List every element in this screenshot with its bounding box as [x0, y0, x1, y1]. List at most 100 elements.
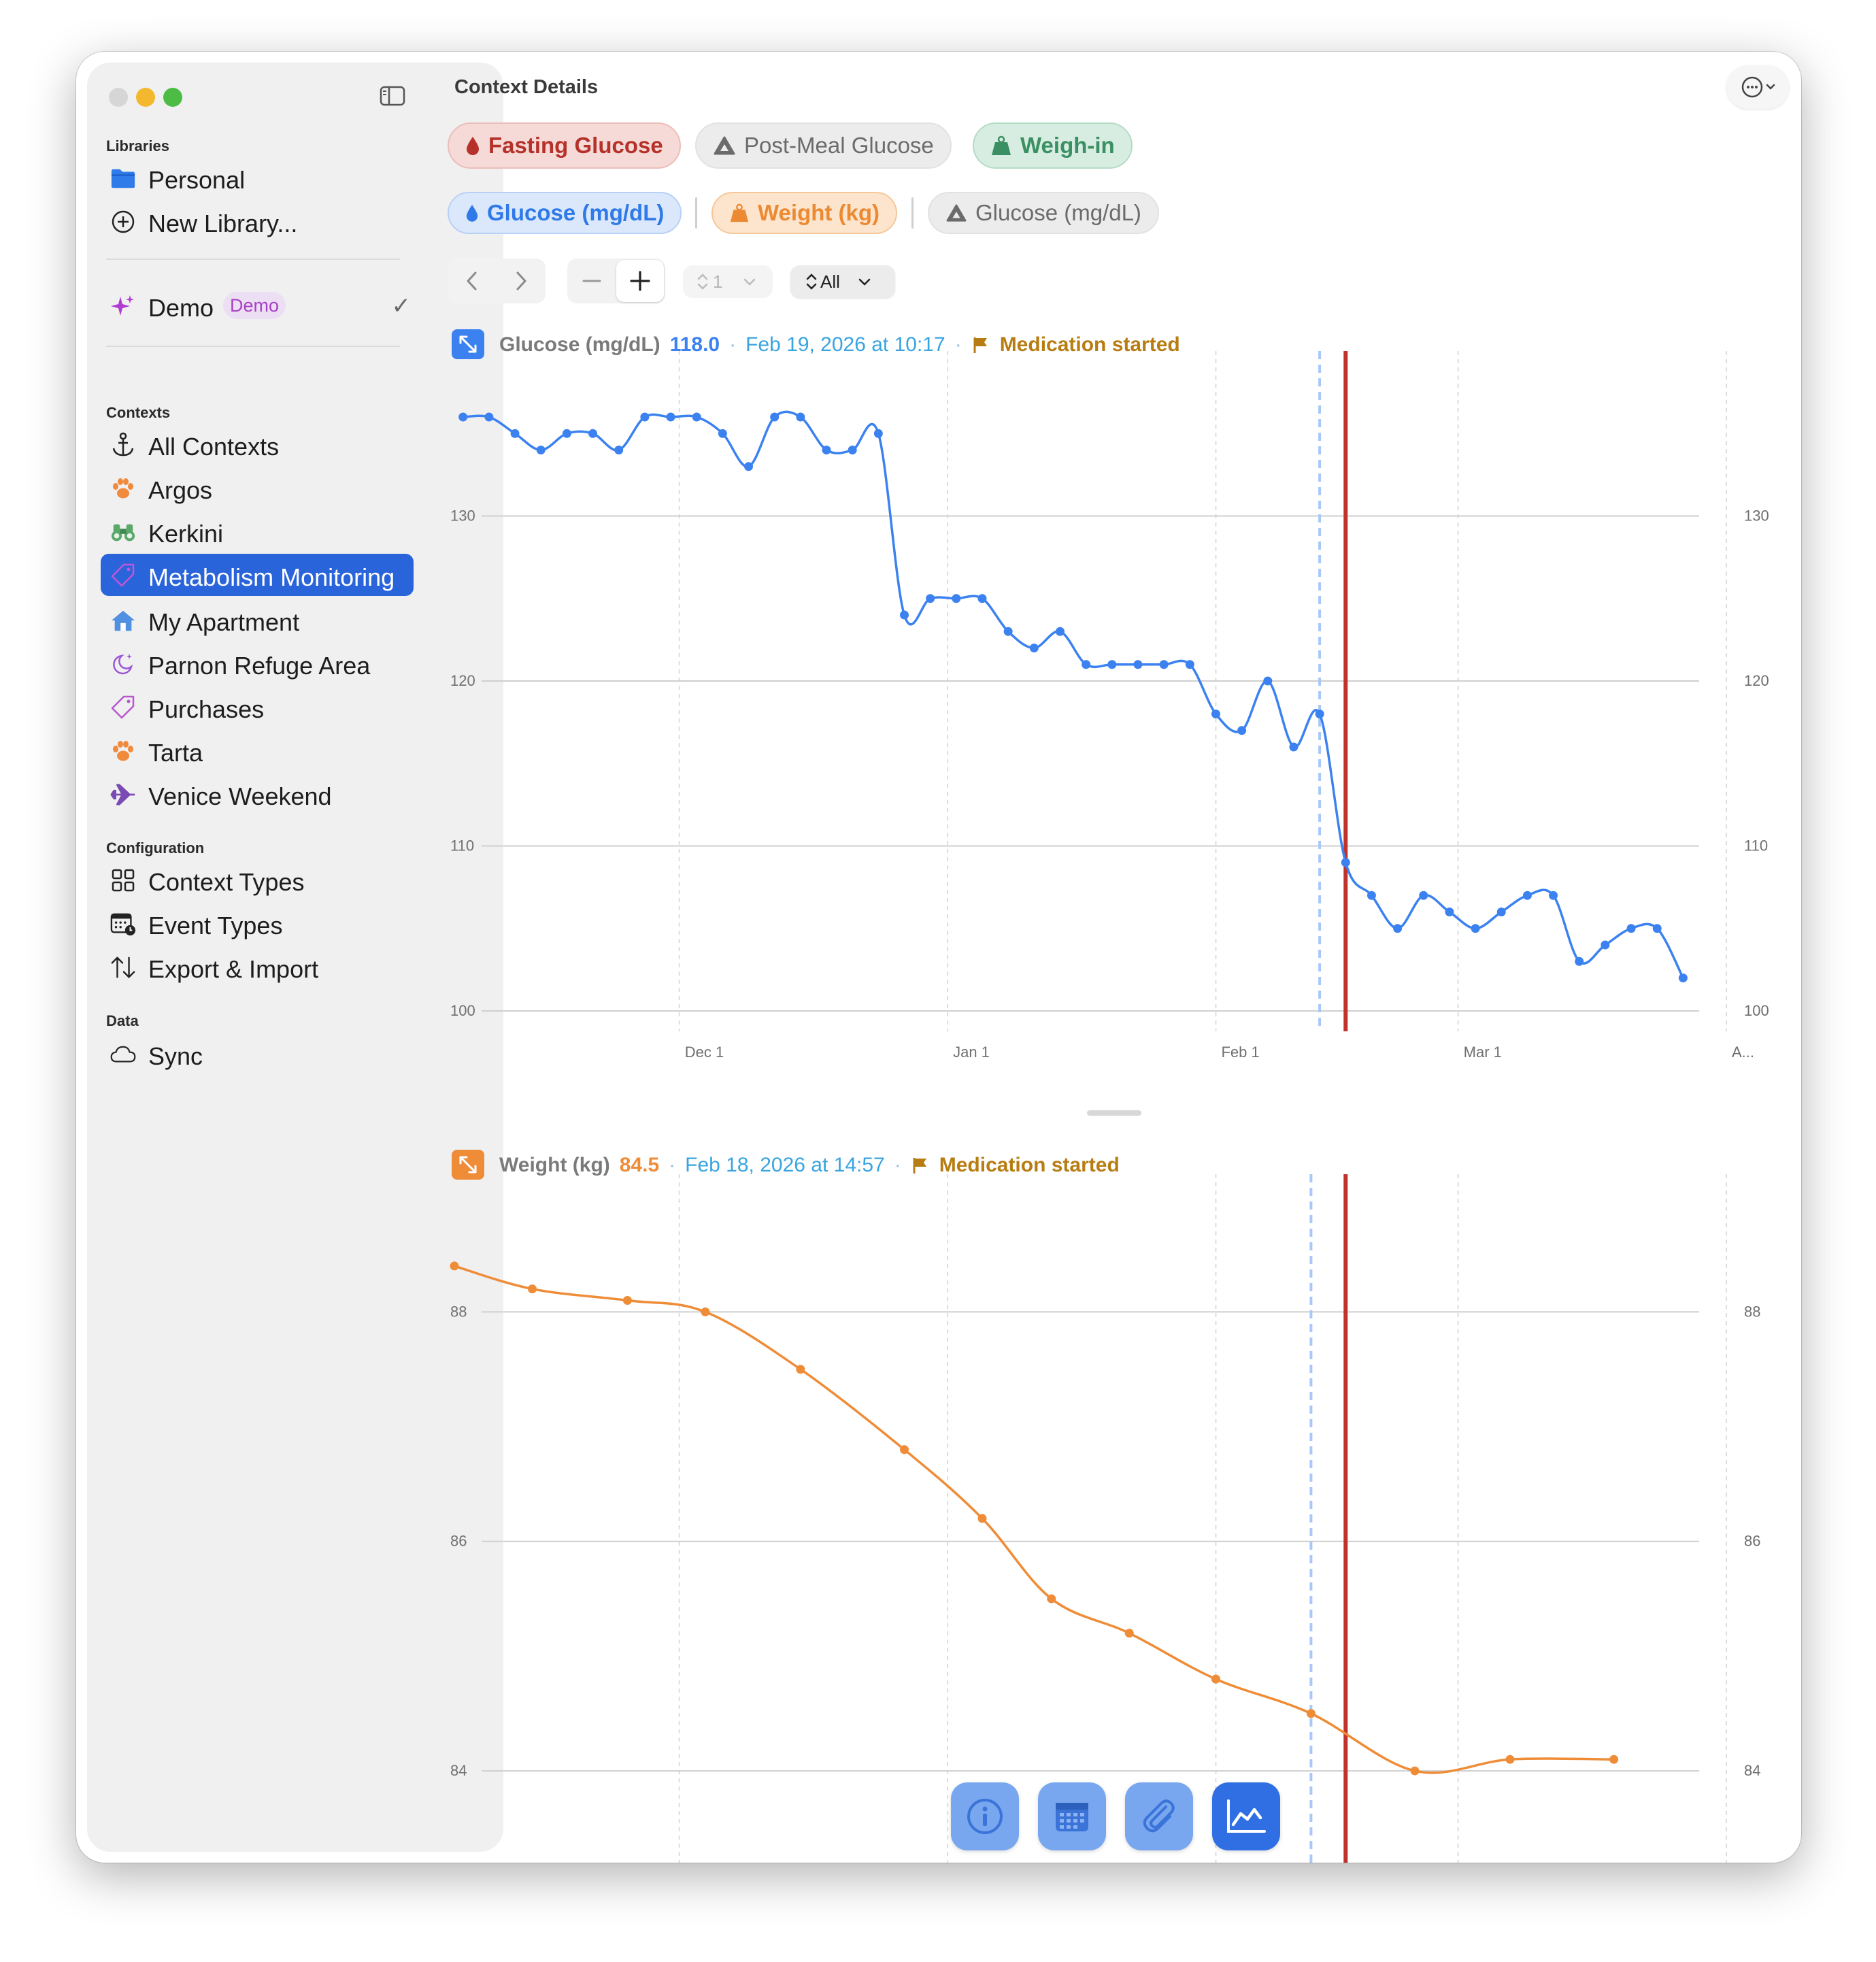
zoom-out-button[interactable]: [567, 271, 616, 291]
triangle-icon: [946, 204, 967, 222]
data-point: [450, 1261, 459, 1271]
data-point: [1211, 1674, 1220, 1684]
previous-button[interactable]: [448, 270, 497, 292]
data-point: [796, 412, 805, 422]
chip-weight-metric[interactable]: Weight (kg): [711, 192, 898, 234]
data-point: [1107, 660, 1117, 669]
data-point: [666, 412, 675, 422]
data-point: [1496, 908, 1506, 916]
range-select[interactable]: All: [790, 265, 895, 298]
data-point: [588, 429, 598, 438]
more-options-button[interactable]: [1726, 65, 1789, 109]
data-point: [1410, 1766, 1420, 1776]
data-point: [744, 462, 754, 471]
window-zoom-button[interactable]: [163, 88, 182, 107]
data-point: [484, 412, 494, 422]
sidebar-item-personal[interactable]: Personal: [101, 156, 414, 199]
data-point: [614, 446, 624, 454]
sidebar-item-label: Personal: [148, 166, 246, 194]
sidebar-divider: [106, 259, 400, 260]
chip-glucose-metric[interactable]: Glucose (mg/dL): [448, 192, 682, 234]
window-minimize-button[interactable]: [136, 88, 155, 107]
next-button[interactable]: [497, 270, 546, 292]
data-point: [1185, 660, 1194, 669]
page-title: Context Details: [454, 76, 599, 98]
chip-post-meal-glucose[interactable]: Post-Meal Glucose: [695, 122, 952, 169]
chip-label: Glucose (mg/dL): [487, 200, 665, 225]
data-point: [822, 446, 831, 454]
x-tick-label: Dec 1: [685, 1044, 724, 1061]
y-tick-label-right: 86: [1744, 1533, 1760, 1550]
sidebar-toggle-icon[interactable]: [380, 86, 405, 106]
data-point: [1652, 924, 1662, 933]
chart-timestamp: Feb 18, 2026 at 14:57: [685, 1154, 885, 1176]
data-point: [562, 429, 571, 438]
charts-tab-button[interactable]: [1212, 1782, 1280, 1850]
data-line: [454, 1265, 1614, 1774]
chip-post-meal-glucose-metric[interactable]: Glucose (mg/dL): [928, 192, 1159, 234]
calendar-tab-button[interactable]: [1038, 1782, 1106, 1850]
chip-label: Glucose (mg/dL): [975, 200, 1141, 225]
expand-arrows-icon: [459, 1156, 477, 1174]
chart-line-icon: [1227, 1799, 1266, 1833]
weight-chart[interactable]: 84 84 86 86 88 88: [76, 1174, 1801, 1863]
data-point: [701, 1307, 710, 1316]
data-point: [1367, 891, 1376, 900]
data-point: [770, 412, 780, 422]
data-point: [1003, 627, 1013, 636]
zoom-group: [567, 259, 665, 303]
sidebar-item-demo[interactable]: Demo Demo ✓: [101, 284, 414, 327]
split-view-handle[interactable]: [1087, 1110, 1141, 1116]
y-tick-label-right: 130: [1744, 508, 1769, 525]
data-point: [848, 446, 857, 454]
data-point: [1575, 957, 1584, 966]
y-tick-label-right: 88: [1744, 1303, 1760, 1320]
chip-label: Post-Meal Glucose: [744, 133, 934, 158]
data-point: [873, 429, 883, 438]
weight-icon: [992, 135, 1011, 155]
paperclip-icon: [1143, 1799, 1175, 1833]
info-icon: [967, 1799, 1003, 1834]
window-close-button[interactable]: [109, 88, 128, 107]
data-point: [1159, 660, 1169, 669]
y-tick-label-left: 120: [450, 672, 475, 689]
chip-separator: [695, 197, 697, 229]
chevron-right-icon: [516, 271, 526, 290]
data-point: [1211, 710, 1220, 718]
y-tick-label-right: 110: [1744, 837, 1768, 854]
data-point: [1315, 710, 1324, 718]
data-point: [1445, 908, 1454, 916]
folder-icon: [110, 165, 136, 191]
data-point: [899, 610, 909, 620]
data-point: [977, 594, 987, 603]
weight-chart-header: Weight (kg) 84.5 · Feb 18, 2026 at 14:57…: [499, 1154, 1129, 1177]
minus-icon: [582, 280, 601, 282]
info-tab-button[interactable]: [951, 1782, 1019, 1850]
x-tick-label: Feb 1: [1221, 1044, 1259, 1061]
chip-separator: [911, 197, 914, 229]
nav-group: [448, 259, 546, 303]
zoom-in-button[interactable]: [616, 260, 664, 302]
glucose-chart[interactable]: 100 100 110 110 120 120 130 130 Dec 1 Jan 1 Feb 1 M…: [76, 351, 1801, 1113]
data-point: [1601, 940, 1610, 950]
attachments-tab-button[interactable]: [1125, 1782, 1193, 1850]
data-point: [1263, 676, 1273, 686]
data-point: [640, 412, 650, 422]
data-point: [1341, 858, 1350, 867]
data-point: [1626, 924, 1636, 933]
data-point: [1549, 891, 1558, 900]
chart-value: 84.5: [619, 1154, 660, 1176]
x-tick-label: A...: [1732, 1044, 1754, 1061]
libraries-section-title: Libraries: [106, 137, 169, 154]
y-tick-label-left: 86: [450, 1533, 467, 1550]
y-tick-label-right: 84: [1744, 1762, 1760, 1779]
chevron-left-icon: [467, 271, 477, 290]
stepper-select[interactable]: 1: [683, 265, 773, 298]
data-line: [463, 410, 1684, 979]
chip-label: Weight (kg): [758, 200, 880, 225]
y-tick-label-left: 84: [450, 1762, 467, 1779]
sidebar-item-new-library[interactable]: New Library...: [101, 200, 414, 242]
chevron-updown-icon: [697, 273, 708, 290]
chip-weigh-in[interactable]: Weigh-in: [973, 122, 1133, 169]
chip-fasting-glucose[interactable]: Fasting Glucose: [448, 122, 681, 169]
